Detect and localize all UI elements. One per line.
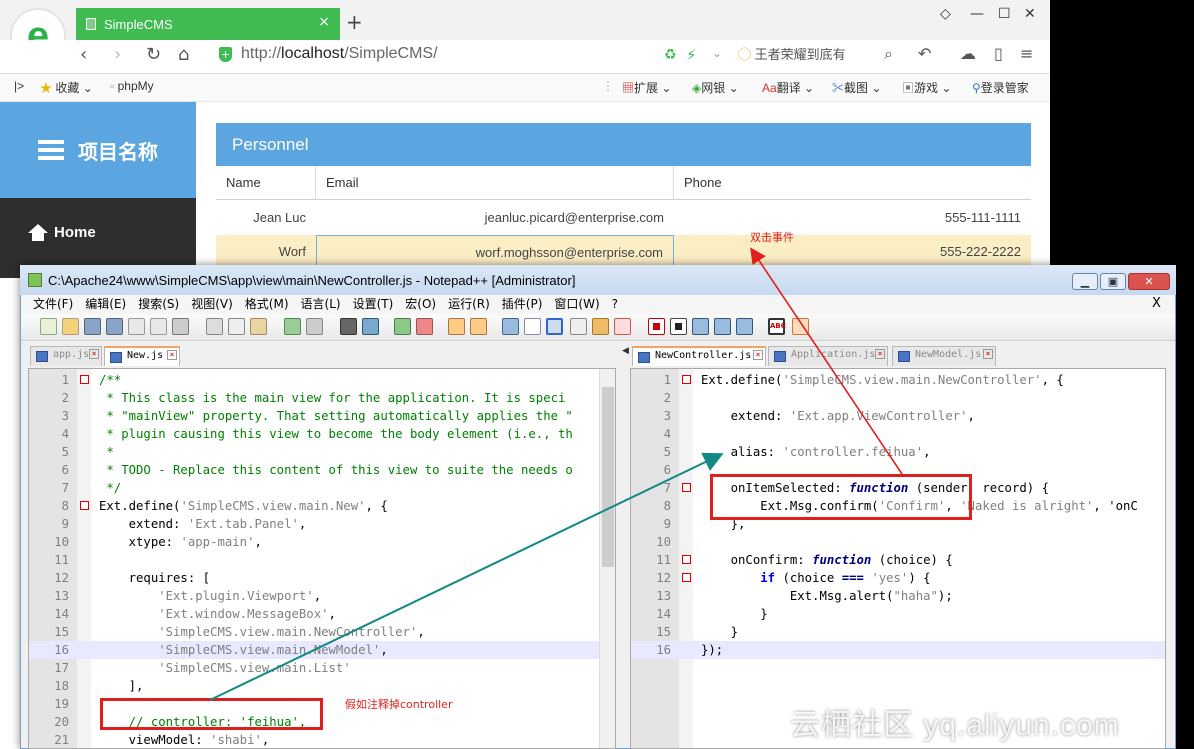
arrow-teal xyxy=(209,452,724,701)
watermark: 云栖社区 yq.aliyun.com xyxy=(790,709,1120,742)
annotation-arrows xyxy=(209,247,903,701)
arrow-red xyxy=(750,247,903,475)
